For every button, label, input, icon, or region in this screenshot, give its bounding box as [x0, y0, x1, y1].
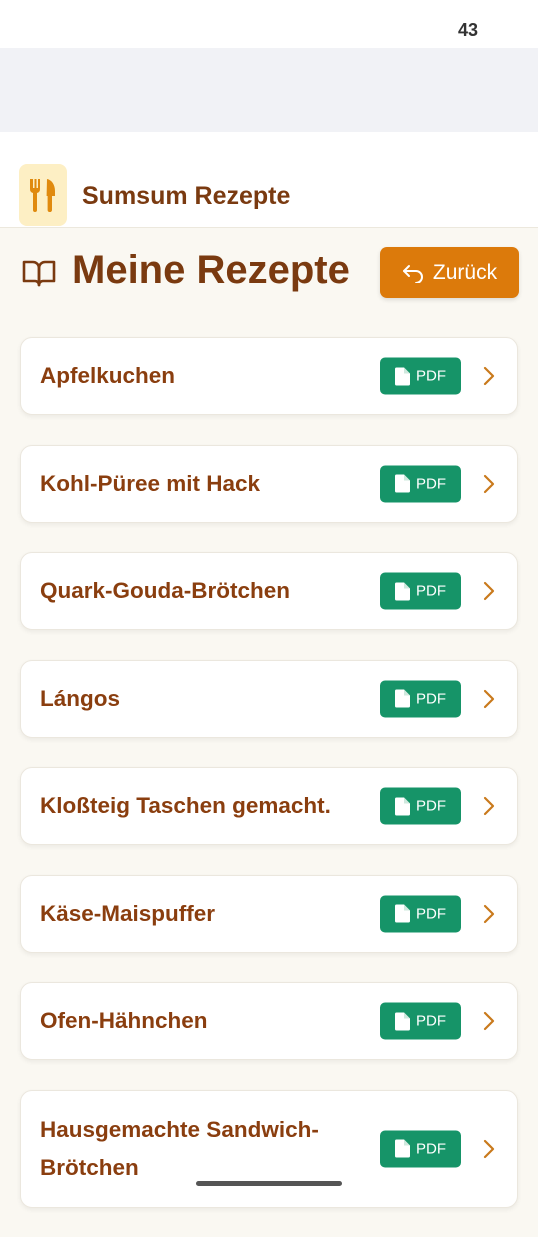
pdf-button-label: PDF: [416, 475, 446, 492]
battery-level: 43: [457, 20, 478, 40]
pdf-button[interactable]: PDF: [380, 787, 461, 825]
pdf-button-label: PDF: [416, 690, 446, 707]
recipe-card[interactable]: Quark-Gouda-Brötchen PDF: [20, 552, 518, 630]
pdf-button[interactable]: PDF: [380, 1130, 461, 1167]
chevron-right-icon[interactable]: [483, 904, 495, 924]
recipe-name[interactable]: Lángos: [40, 680, 360, 718]
pdf-file-icon: [395, 797, 410, 815]
recipe-card[interactable]: Hausgemachte Sandwich-Brötchen PDF: [20, 1089, 518, 1208]
logo[interactable]: [19, 164, 67, 226]
pdf-button[interactable]: PDF: [380, 680, 461, 717]
pdf-button-label: PDF: [416, 1140, 446, 1157]
pdf-button[interactable]: PDF: [380, 465, 461, 502]
browser-bar: [0, 48, 538, 132]
recipe-name[interactable]: Apfelkuchen: [40, 357, 360, 395]
chevron-right-icon[interactable]: [483, 366, 495, 386]
home-indicator[interactable]: [196, 1181, 342, 1186]
pdf-button[interactable]: PDF: [380, 1002, 461, 1040]
page-title: Meine Rezepte: [72, 248, 350, 292]
recipe-name[interactable]: Quark-Gouda-Brötchen: [40, 572, 360, 610]
recipe-card[interactable]: Ofen-Hähnchen PDF: [20, 982, 518, 1060]
pdf-button-label: PDF: [416, 797, 446, 815]
pdf-button-label: PDF: [416, 1012, 446, 1030]
back-button-label: Zurück: [432, 260, 498, 284]
pdf-file-icon: [395, 367, 410, 385]
pdf-file-icon: [395, 904, 410, 923]
pdf-button[interactable]: PDF: [380, 357, 461, 395]
recipe-name[interactable]: Ofen-Hähnchen: [40, 1002, 360, 1040]
chevron-right-icon[interactable]: [483, 581, 495, 601]
pdf-file-icon: [395, 582, 410, 600]
chevron-right-icon[interactable]: [483, 1139, 495, 1159]
back-button[interactable]: Zurück: [380, 247, 519, 298]
book-open-icon: [22, 260, 56, 287]
fork-knife-icon: [29, 179, 55, 212]
pdf-file-icon: [395, 474, 410, 493]
chevron-right-icon[interactable]: [483, 1011, 495, 1031]
pdf-button[interactable]: PDF: [380, 895, 461, 932]
recipe-card[interactable]: Apfelkuchen PDF: [20, 337, 518, 415]
recipe-name[interactable]: Kloßteig Taschen gemacht.: [40, 787, 360, 825]
pdf-button[interactable]: PDF: [380, 572, 461, 610]
status-bar: 43: [0, 0, 538, 48]
pdf-file-icon: [395, 689, 410, 708]
pdf-button-label: PDF: [416, 582, 446, 600]
page-header: Meine Rezepte Zurück: [0, 244, 538, 304]
chevron-right-icon[interactable]: [483, 689, 495, 709]
recipe-list: Apfelkuchen PDF Kohl-Püree mit Hack PDF …: [20, 337, 518, 1237]
pdf-file-icon: [395, 1012, 410, 1030]
recipe-card[interactable]: Lángos PDF: [20, 659, 518, 738]
pdf-file-icon: [395, 1139, 410, 1158]
recipe-card[interactable]: Kohl-Püree mit Hack PDF: [20, 444, 518, 523]
recipe-name[interactable]: Hausgemachte Sandwich-Brötchen: [40, 1111, 360, 1187]
pdf-button-label: PDF: [416, 367, 446, 385]
undo-arrow-icon: [402, 264, 423, 283]
recipe-card[interactable]: Kloßteig Taschen gemacht. PDF: [20, 767, 518, 845]
chevron-right-icon[interactable]: [483, 796, 495, 816]
app-title[interactable]: Sumsum Rezepte: [82, 182, 290, 211]
app-header: Sumsum Rezepte: [0, 132, 538, 228]
pdf-button-label: PDF: [416, 905, 446, 922]
recipe-name[interactable]: Kohl-Püree mit Hack: [40, 465, 360, 503]
chevron-right-icon[interactable]: [483, 474, 495, 494]
recipe-name[interactable]: Käse-Maispuffer: [40, 895, 360, 933]
recipe-card[interactable]: Käse-Maispuffer PDF: [20, 874, 518, 953]
